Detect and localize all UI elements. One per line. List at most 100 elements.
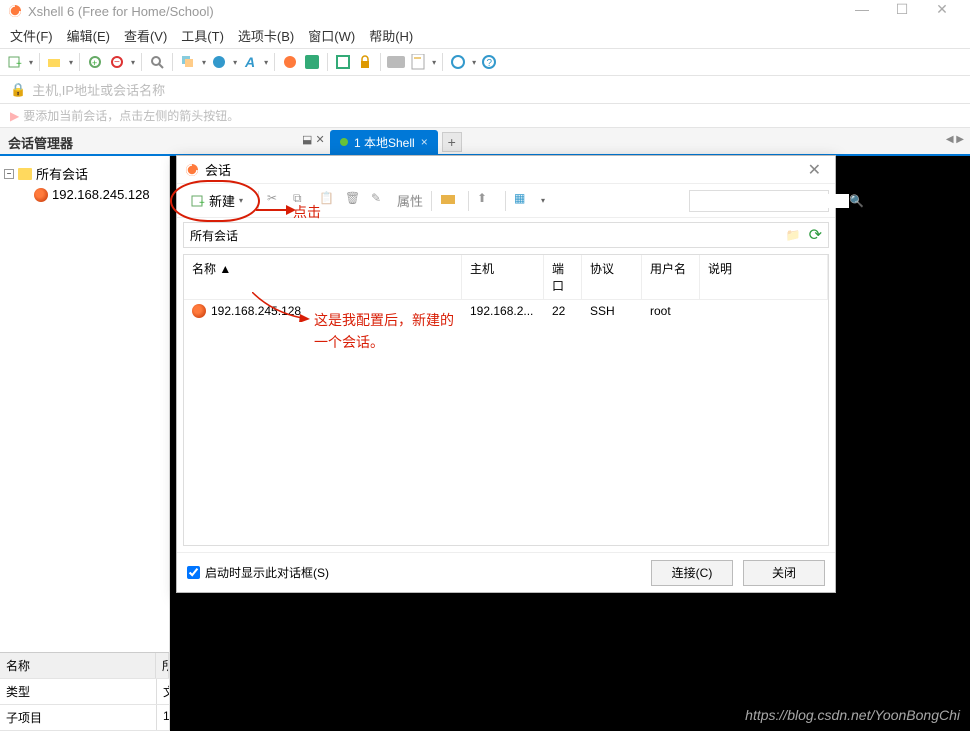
menu-edit[interactable]: 编辑(E) [67, 26, 110, 45]
tree-collapse-icon[interactable]: − [4, 169, 14, 179]
show-on-startup-checkbox[interactable]: 启动时显示此对话框(S) [187, 564, 329, 581]
disconnect-icon[interactable]: − [108, 53, 126, 71]
prop-sub-val: 1 [157, 705, 169, 730]
tab-local-shell[interactable]: 1 本地Shell × [330, 130, 438, 154]
hint-bar: ▶ 要添加当前会话，点击左侧的箭头按钮。 [0, 104, 970, 128]
tab-row: 会话管理器 ⬓ ✕ 1 本地Shell × + ◀ ▶ [0, 128, 970, 156]
fullscreen-icon[interactable] [334, 53, 352, 71]
menu-view[interactable]: 查看(V) [124, 26, 167, 45]
delete-icon[interactable]: 🗑 [345, 191, 365, 211]
tab-scroll-arrows[interactable]: ◀ ▶ [946, 134, 964, 145]
tab-add-button[interactable]: + [442, 132, 462, 152]
session-manager-panel: − 所有会话 192.168.245.128 名称所 类型文 子项目1 [0, 156, 170, 731]
prop-sub-label: 子项目 [0, 705, 157, 730]
address-bar[interactable]: 🔒 主机,IP地址或会话名称 [0, 76, 970, 104]
lock-icon[interactable] [356, 53, 374, 71]
col-proto[interactable]: 协议 [582, 255, 642, 299]
new-session-icon[interactable]: + [6, 53, 24, 71]
watermark: https://blog.csdn.net/YoonBongChi [745, 707, 960, 723]
xftp-icon[interactable] [303, 53, 321, 71]
path-text: 所有会话 [190, 227, 238, 244]
xagent-icon[interactable] [281, 53, 299, 71]
search-icon[interactable] [148, 53, 166, 71]
row-session-icon [192, 304, 206, 318]
tab-close-icon[interactable]: × [421, 135, 428, 149]
session-manager-title: 会话管理器 [8, 133, 73, 152]
sessions-dialog: 会话 ✕ + 新建 ▾ ✂ ⧉ 📋 🗑 ✎ 属性 ⬆ ▦▾ 🔍 所有会话 📁 ⟳ [176, 155, 836, 593]
row-proto: SSH [582, 300, 642, 322]
dialog-titlebar: 会话 ✕ [177, 156, 835, 184]
properties-label[interactable]: 属性 [397, 191, 423, 210]
svg-text:+: + [92, 58, 97, 68]
checkbox-input[interactable] [187, 566, 200, 579]
row-port: 22 [544, 300, 582, 322]
keyboard-icon[interactable] [387, 53, 405, 71]
svg-text:+: + [16, 59, 22, 70]
encoding-icon[interactable] [449, 53, 467, 71]
folder-icon [18, 168, 32, 180]
col-name[interactable]: 名称 ▲ [184, 255, 462, 299]
app-icon [8, 4, 22, 18]
session-tree: − 所有会话 192.168.245.128 [0, 156, 169, 652]
col-user[interactable]: 用户名 [642, 255, 700, 299]
minimize-button[interactable]: — [842, 1, 882, 21]
svg-text:−: − [114, 57, 120, 68]
tree-session-label: 192.168.245.128 [52, 187, 150, 202]
row-host: 192.168.2... [462, 300, 544, 322]
col-port[interactable]: 端口 [544, 255, 582, 299]
new-session-button[interactable]: + 新建 ▾ [183, 187, 250, 214]
search-go-icon[interactable]: 🔍 [849, 194, 864, 208]
help-icon[interactable]: ? [480, 53, 498, 71]
tree-session-item[interactable]: 192.168.245.128 [4, 185, 165, 204]
menu-tools[interactable]: 工具(T) [181, 26, 224, 45]
dialog-close-button[interactable]: ✕ [802, 160, 827, 180]
path-folder-icon[interactable]: 📁 [786, 228, 801, 242]
dialog-toolbar: + 新建 ▾ ✂ ⧉ 📋 🗑 ✎ 属性 ⬆ ▦▾ 🔍 [177, 184, 835, 218]
menu-tabs[interactable]: 选项卡(B) [238, 26, 294, 45]
address-placeholder: 主机,IP地址或会话名称 [32, 80, 165, 99]
paste2-icon[interactable]: 📋 [319, 191, 339, 211]
row-user: root [642, 300, 700, 322]
tree-root-label: 所有会话 [36, 164, 88, 183]
close-window-button[interactable]: ✕ [922, 1, 962, 21]
view-mode-icon[interactable]: ▦ [514, 191, 534, 211]
list-row[interactable]: 192.168.245.128 192.168.2... 22 SSH root [184, 300, 828, 322]
tree-root[interactable]: − 所有会话 [4, 162, 165, 185]
connect-button[interactable]: 连接(C) [651, 560, 733, 586]
flag-icon: ▶ [10, 109, 19, 123]
copy2-icon[interactable]: ⧉ [293, 191, 313, 211]
cut-icon[interactable]: ✂ [267, 191, 287, 211]
rename-icon[interactable]: ✎ [371, 191, 391, 211]
menu-window[interactable]: 窗口(W) [308, 26, 355, 45]
refresh-icon[interactable]: ⟳ [809, 225, 822, 245]
svg-text:?: ? [487, 58, 493, 69]
tab-status-dot [340, 138, 348, 146]
reconnect-icon[interactable]: + [86, 53, 104, 71]
menu-file[interactable]: 文件(F) [10, 26, 53, 45]
folder2-icon[interactable] [440, 191, 460, 211]
prop-name-label: 名称 [0, 653, 156, 678]
font-icon[interactable]: A [241, 53, 259, 71]
svg-text:+: + [199, 198, 205, 209]
search-input[interactable] [694, 194, 849, 208]
close-button[interactable]: 关闭 [743, 560, 825, 586]
up-folder-icon[interactable]: ⬆ [477, 191, 497, 211]
lock-small-icon: 🔒 [10, 82, 26, 98]
main-toolbar: +▾ ▾ + −▾ ▾ ▾ A▾ ▾ ▾ ? [0, 48, 970, 76]
col-desc[interactable]: 说明 [700, 255, 828, 299]
hint-text: 要添加当前会话，点击左侧的箭头按钮。 [23, 107, 239, 124]
dialog-search[interactable]: 🔍 [689, 190, 829, 212]
new-label: 新建 [209, 191, 235, 210]
dialog-path-bar[interactable]: 所有会话 📁 ⟳ [183, 222, 829, 248]
session-manager-controls[interactable]: ⬓ ✕ [302, 133, 325, 146]
script-icon[interactable] [409, 53, 427, 71]
copy-icon[interactable] [179, 53, 197, 71]
titlebar: Xshell 6 (Free for Home/School) — ☐ ✕ [0, 0, 970, 22]
menu-help[interactable]: 帮助(H) [369, 26, 413, 45]
col-host[interactable]: 主机 [462, 255, 544, 299]
dialog-bottom: 启动时显示此对话框(S) 连接(C) 关闭 [177, 552, 835, 592]
open-icon[interactable] [46, 53, 64, 71]
prop-type-label: 类型 [0, 679, 157, 704]
maximize-button[interactable]: ☐ [882, 1, 922, 21]
paste-icon[interactable] [210, 53, 228, 71]
